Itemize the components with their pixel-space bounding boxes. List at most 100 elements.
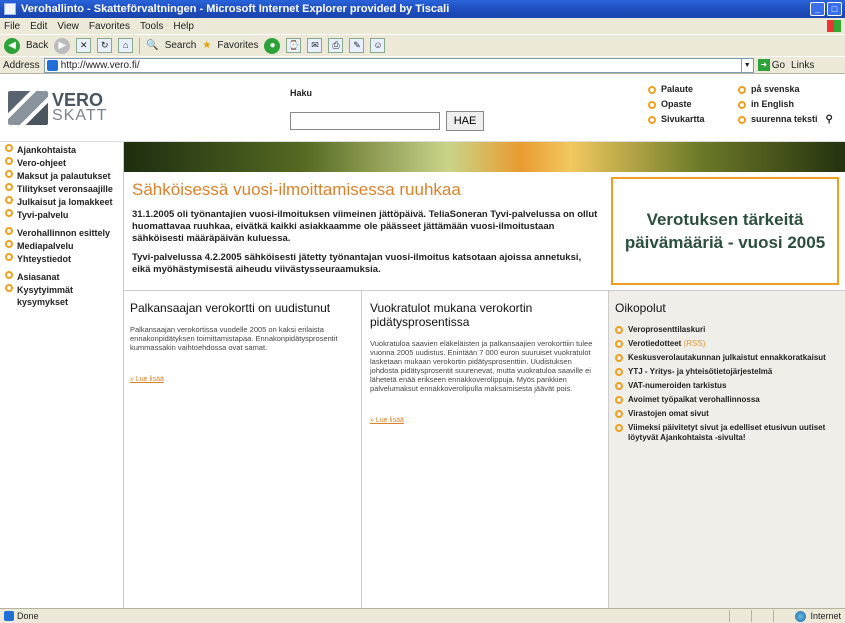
forward-arrow-icon[interactable]: ▶ <box>54 37 71 54</box>
header-link-svenska[interactable]: på svenska <box>738 82 833 97</box>
go-arrow-icon[interactable]: ➜ <box>757 59 770 71</box>
mail-icon[interactable]: ✉ <box>307 38 323 53</box>
shortcut-link[interactable]: Verotiedotteet (RSS) <box>615 339 839 349</box>
header-link-english[interactable]: in English <box>738 97 833 112</box>
nav-item-yhteystiedot[interactable]: Yhteystiedot <box>5 253 123 265</box>
nav-item-vero-ohjeet[interactable]: Vero-ohjeet <box>5 157 123 169</box>
nav-item-label[interactable]: Verohallinnon esittely <box>17 227 110 239</box>
media-icon[interactable]: ● <box>264 37 281 54</box>
read-more-link-1[interactable]: » Lue lisää <box>130 376 355 383</box>
search-submit-button[interactable]: HAE <box>446 111 484 131</box>
header-link-opaste[interactable]: Opaste <box>648 97 705 112</box>
edit-icon[interactable]: ✎ <box>349 38 365 53</box>
nav-item-label[interactable]: Vero-ohjeet <box>17 157 66 169</box>
shortcut-link-label[interactable]: Verotiedotteet <box>628 339 681 348</box>
nav-item-esittely[interactable]: Verohallinnon esittely <box>5 227 123 239</box>
shortcut-link-label[interactable]: Keskusverolautakunnan julkaistut ennakko… <box>628 353 826 363</box>
menu-help[interactable]: Help <box>173 21 194 32</box>
go-label[interactable]: Go <box>772 60 785 71</box>
go-button[interactable]: ➜ Go <box>757 59 785 71</box>
minimize-icon[interactable]: _ <box>810 2 825 16</box>
back-button-label[interactable]: Back <box>26 40 48 51</box>
nav-item-label[interactable]: Maksut ja palautukset <box>17 170 111 182</box>
shortcut-link[interactable]: Keskusverolautakunnan julkaistut ennakko… <box>615 353 839 363</box>
header-link-label[interactable]: Opaste <box>661 97 692 112</box>
back-arrow-icon[interactable]: ◀ <box>4 37 20 54</box>
nav-item-mediapalvelu[interactable]: Mediapalvelu <box>5 240 123 252</box>
page-done-icon <box>4 611 14 621</box>
nav-item-label[interactable]: Julkaisut ja lomakkeet <box>17 196 113 208</box>
shortcut-link-label[interactable]: Avoimet työpaikat verohallinnossa <box>628 395 760 405</box>
refresh-icon[interactable]: ↻ <box>97 38 113 53</box>
rss-badge[interactable]: (RSS) <box>684 339 706 348</box>
nav-item-tilitykset[interactable]: Tilitykset veronsaajille <box>5 183 123 195</box>
vero-logo[interactable]: VERO SKATT <box>8 88 118 128</box>
nav-item-julkaisut[interactable]: Julkaisut ja lomakkeet <box>5 196 123 208</box>
important-dates-box[interactable]: Verotuksen tärkeitä päivämääriä - vuosi … <box>611 177 839 285</box>
menu-file[interactable]: File <box>4 21 20 32</box>
links-button[interactable]: Links <box>791 60 814 71</box>
header-link-label[interactable]: Palaute <box>661 82 693 97</box>
menu-favorites[interactable]: Favorites <box>89 21 130 32</box>
favorites-button-label[interactable]: Favorites <box>217 40 258 51</box>
header-link-label[interactable]: Sivukartta <box>661 112 705 127</box>
history-icon[interactable]: ⌚ <box>286 38 302 53</box>
shortcut-link[interactable]: Veroprosenttilaskuri <box>615 325 839 335</box>
shortcut-link-label[interactable]: Veroprosenttilaskuri <box>628 325 705 335</box>
nav-item-kysytyimmat[interactable]: Kysytyimmät kysymykset <box>5 284 123 308</box>
header-link-label[interactable]: in English <box>751 97 794 112</box>
shortcut-link-label[interactable]: VAT-numeroiden tarkistus <box>628 381 726 391</box>
nav-item-label[interactable]: Mediapalvelu <box>17 240 74 252</box>
nav-item-label[interactable]: Ajankohtaista <box>17 144 76 156</box>
shortcut-link-label[interactable]: YTJ - Yritys- ja yhteisötietojärjestelmä <box>628 367 772 377</box>
nav-item-label[interactable]: Yhteystiedot <box>17 253 71 265</box>
nav-item-label[interactable]: Asiasanat <box>17 271 60 283</box>
shortcut-link-label[interactable]: Viimeksi päivitetyt sivut ja edelliset e… <box>628 423 839 443</box>
search-input[interactable] <box>290 112 440 130</box>
header-link-sivukartta[interactable]: Sivukartta <box>648 112 705 127</box>
nav-item-label[interactable]: Tilitykset veronsaajille <box>17 183 113 195</box>
news-text-1: Palkansaajan verokortissa vuodelle 2005 … <box>130 325 338 352</box>
news-title-2[interactable]: Vuokratulot mukana verokortin pidätyspro… <box>370 301 600 329</box>
nav-item-asiasanat[interactable]: Asiasanat <box>5 271 123 283</box>
read-more-link-2[interactable]: » Lue lisää <box>370 417 600 424</box>
toolbar: ◀ Back ▶ ✕ ↻ ⌂ 🔍 Search ★ Favorites ● ⌚ … <box>0 34 845 56</box>
news-title-1[interactable]: Palkansaajan verokortti on uudistunut <box>130 301 355 315</box>
nav-item-tyvi[interactable]: Tyvi-palvelu <box>5 209 123 221</box>
favorites-star-icon[interactable]: ★ <box>202 40 211 51</box>
header-link-label[interactable]: suurenna teksti <box>751 112 818 127</box>
nav-item-ajankohtaista[interactable]: Ajankohtaista <box>5 144 123 156</box>
shortcut-link[interactable]: Avoimet työpaikat verohallinnossa <box>615 395 839 405</box>
main-headline[interactable]: Sähköisessä vuosi-ilmoittamisessa ruuhka… <box>132 180 461 200</box>
chevron-down-icon[interactable]: ▼ <box>740 58 753 72</box>
messenger-icon[interactable]: ☺ <box>370 38 386 53</box>
address-url[interactable]: http://www.vero.fi/ <box>61 60 140 71</box>
nav-item-maksut[interactable]: Maksut ja palautukset <box>5 170 123 182</box>
status-cell <box>751 610 769 622</box>
important-dates-text[interactable]: Verotuksen tärkeitä päivämääriä - vuosi … <box>613 208 837 254</box>
menu-edit[interactable]: Edit <box>30 21 47 32</box>
shortcut-link[interactable]: Virastojen omat sivut <box>615 409 839 419</box>
print-icon[interactable]: ⎙ <box>328 38 344 53</box>
header-link-palaute[interactable]: Palaute <box>648 82 705 97</box>
nav-item-label[interactable]: Kysytyimmät kysymykset <box>17 284 123 308</box>
shortcut-link-label[interactable]: Virastojen omat sivut <box>628 409 709 419</box>
security-zone: Internet <box>729 610 841 622</box>
nav-item-label[interactable]: Tyvi-palvelu <box>17 209 68 221</box>
stop-icon[interactable]: ✕ <box>76 38 92 53</box>
menu-view[interactable]: View <box>57 21 79 32</box>
home-icon[interactable]: ⌂ <box>118 38 134 53</box>
menu-tools[interactable]: Tools <box>140 21 163 32</box>
bullet-icon <box>648 115 656 124</box>
maximize-icon[interactable]: □ <box>827 2 842 16</box>
shortcut-link[interactable]: Viimeksi päivitetyt sivut ja edelliset e… <box>615 423 839 443</box>
shortcut-link[interactable]: VAT-numeroiden tarkistus <box>615 381 839 391</box>
shortcut-link[interactable]: YTJ - Yritys- ja yhteisötietojärjestelmä <box>615 367 839 377</box>
addressbar: Address http://www.vero.fi/ ▼ ➜ Go Links <box>0 56 845 74</box>
header-link-text-size[interactable]: suurenna teksti ⚲ <box>738 112 833 127</box>
address-input[interactable]: http://www.vero.fi/ ▼ <box>43 57 754 73</box>
search-button-label[interactable]: Search <box>165 40 197 51</box>
search-icon[interactable]: 🔍 <box>146 40 158 51</box>
header-link-label[interactable]: på svenska <box>751 82 800 97</box>
vero-logo-mark-icon <box>8 91 48 125</box>
